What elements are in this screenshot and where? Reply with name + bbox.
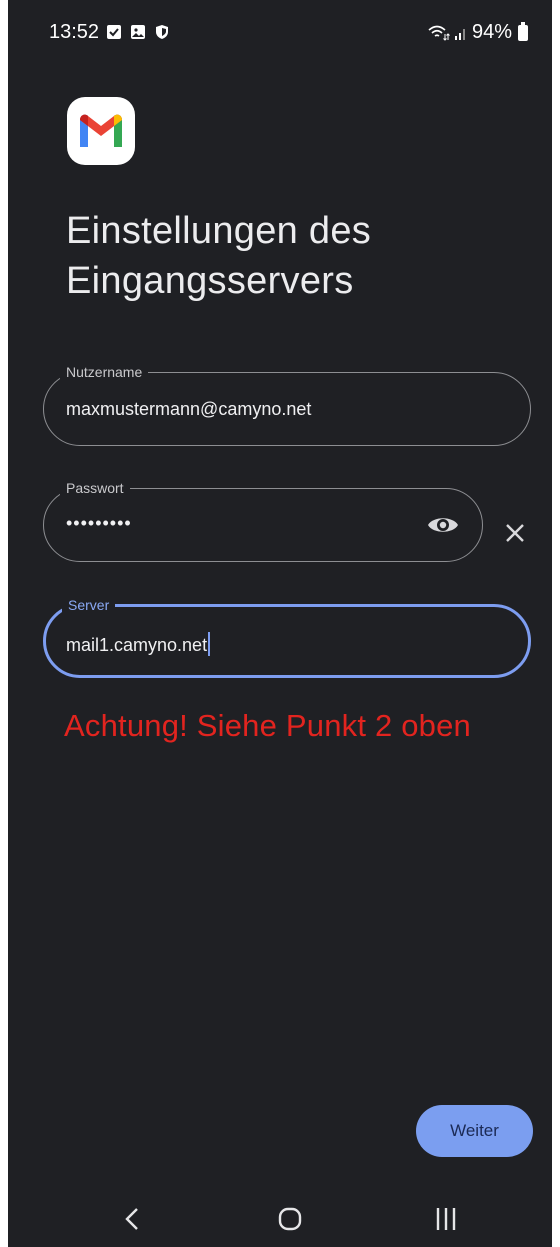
gmail-logo <box>67 97 135 165</box>
server-input[interactable]: mail1.camyno.net <box>66 632 446 656</box>
password-value[interactable]: ••••••••• <box>66 513 446 534</box>
page-title-line2: Eingangsservers <box>66 260 354 302</box>
status-right: 94% <box>428 21 528 44</box>
battery-icon <box>518 21 528 41</box>
username-label: Nutzername <box>60 363 149 381</box>
next-button[interactable]: Weiter <box>416 1105 533 1157</box>
recents-icon[interactable] <box>426 1204 466 1234</box>
back-icon[interactable] <box>113 1204 153 1234</box>
shield-icon <box>156 25 168 39</box>
text-cursor <box>208 632 211 656</box>
gmail-m-icon <box>80 114 122 147</box>
close-icon[interactable] <box>503 521 527 545</box>
show-password-icon[interactable] <box>426 510 460 540</box>
server-label: Server <box>62 596 116 614</box>
page-title: Einstellungen des Eingangsservers <box>66 206 526 306</box>
wifi-icon <box>428 25 450 41</box>
battery-percent: 94% <box>471 21 512 43</box>
server-field[interactable]: Server mail1.camyno.net <box>43 596 531 678</box>
password-label: Passwort <box>60 479 130 497</box>
image-icon <box>131 25 145 39</box>
home-icon[interactable] <box>270 1204 310 1234</box>
status-time: 13:52 <box>49 21 100 43</box>
checkbox-icon <box>107 25 121 39</box>
signal-icon <box>454 28 465 40</box>
server-value: mail1.camyno.net <box>66 635 208 655</box>
screen: 13:52 94% Einstellungen des Eingangsserv… <box>8 0 552 1247</box>
page-title-line1: Einstellungen des <box>66 210 372 252</box>
username-field[interactable]: Nutzername maxmustermann@camyno.net <box>43 363 531 446</box>
warning-annotation: Achtung! Siehe Punkt 2 oben <box>64 708 471 743</box>
password-field[interactable]: Passwort ••••••••• <box>43 479 483 562</box>
username-value[interactable]: maxmustermann@camyno.net <box>66 399 446 420</box>
